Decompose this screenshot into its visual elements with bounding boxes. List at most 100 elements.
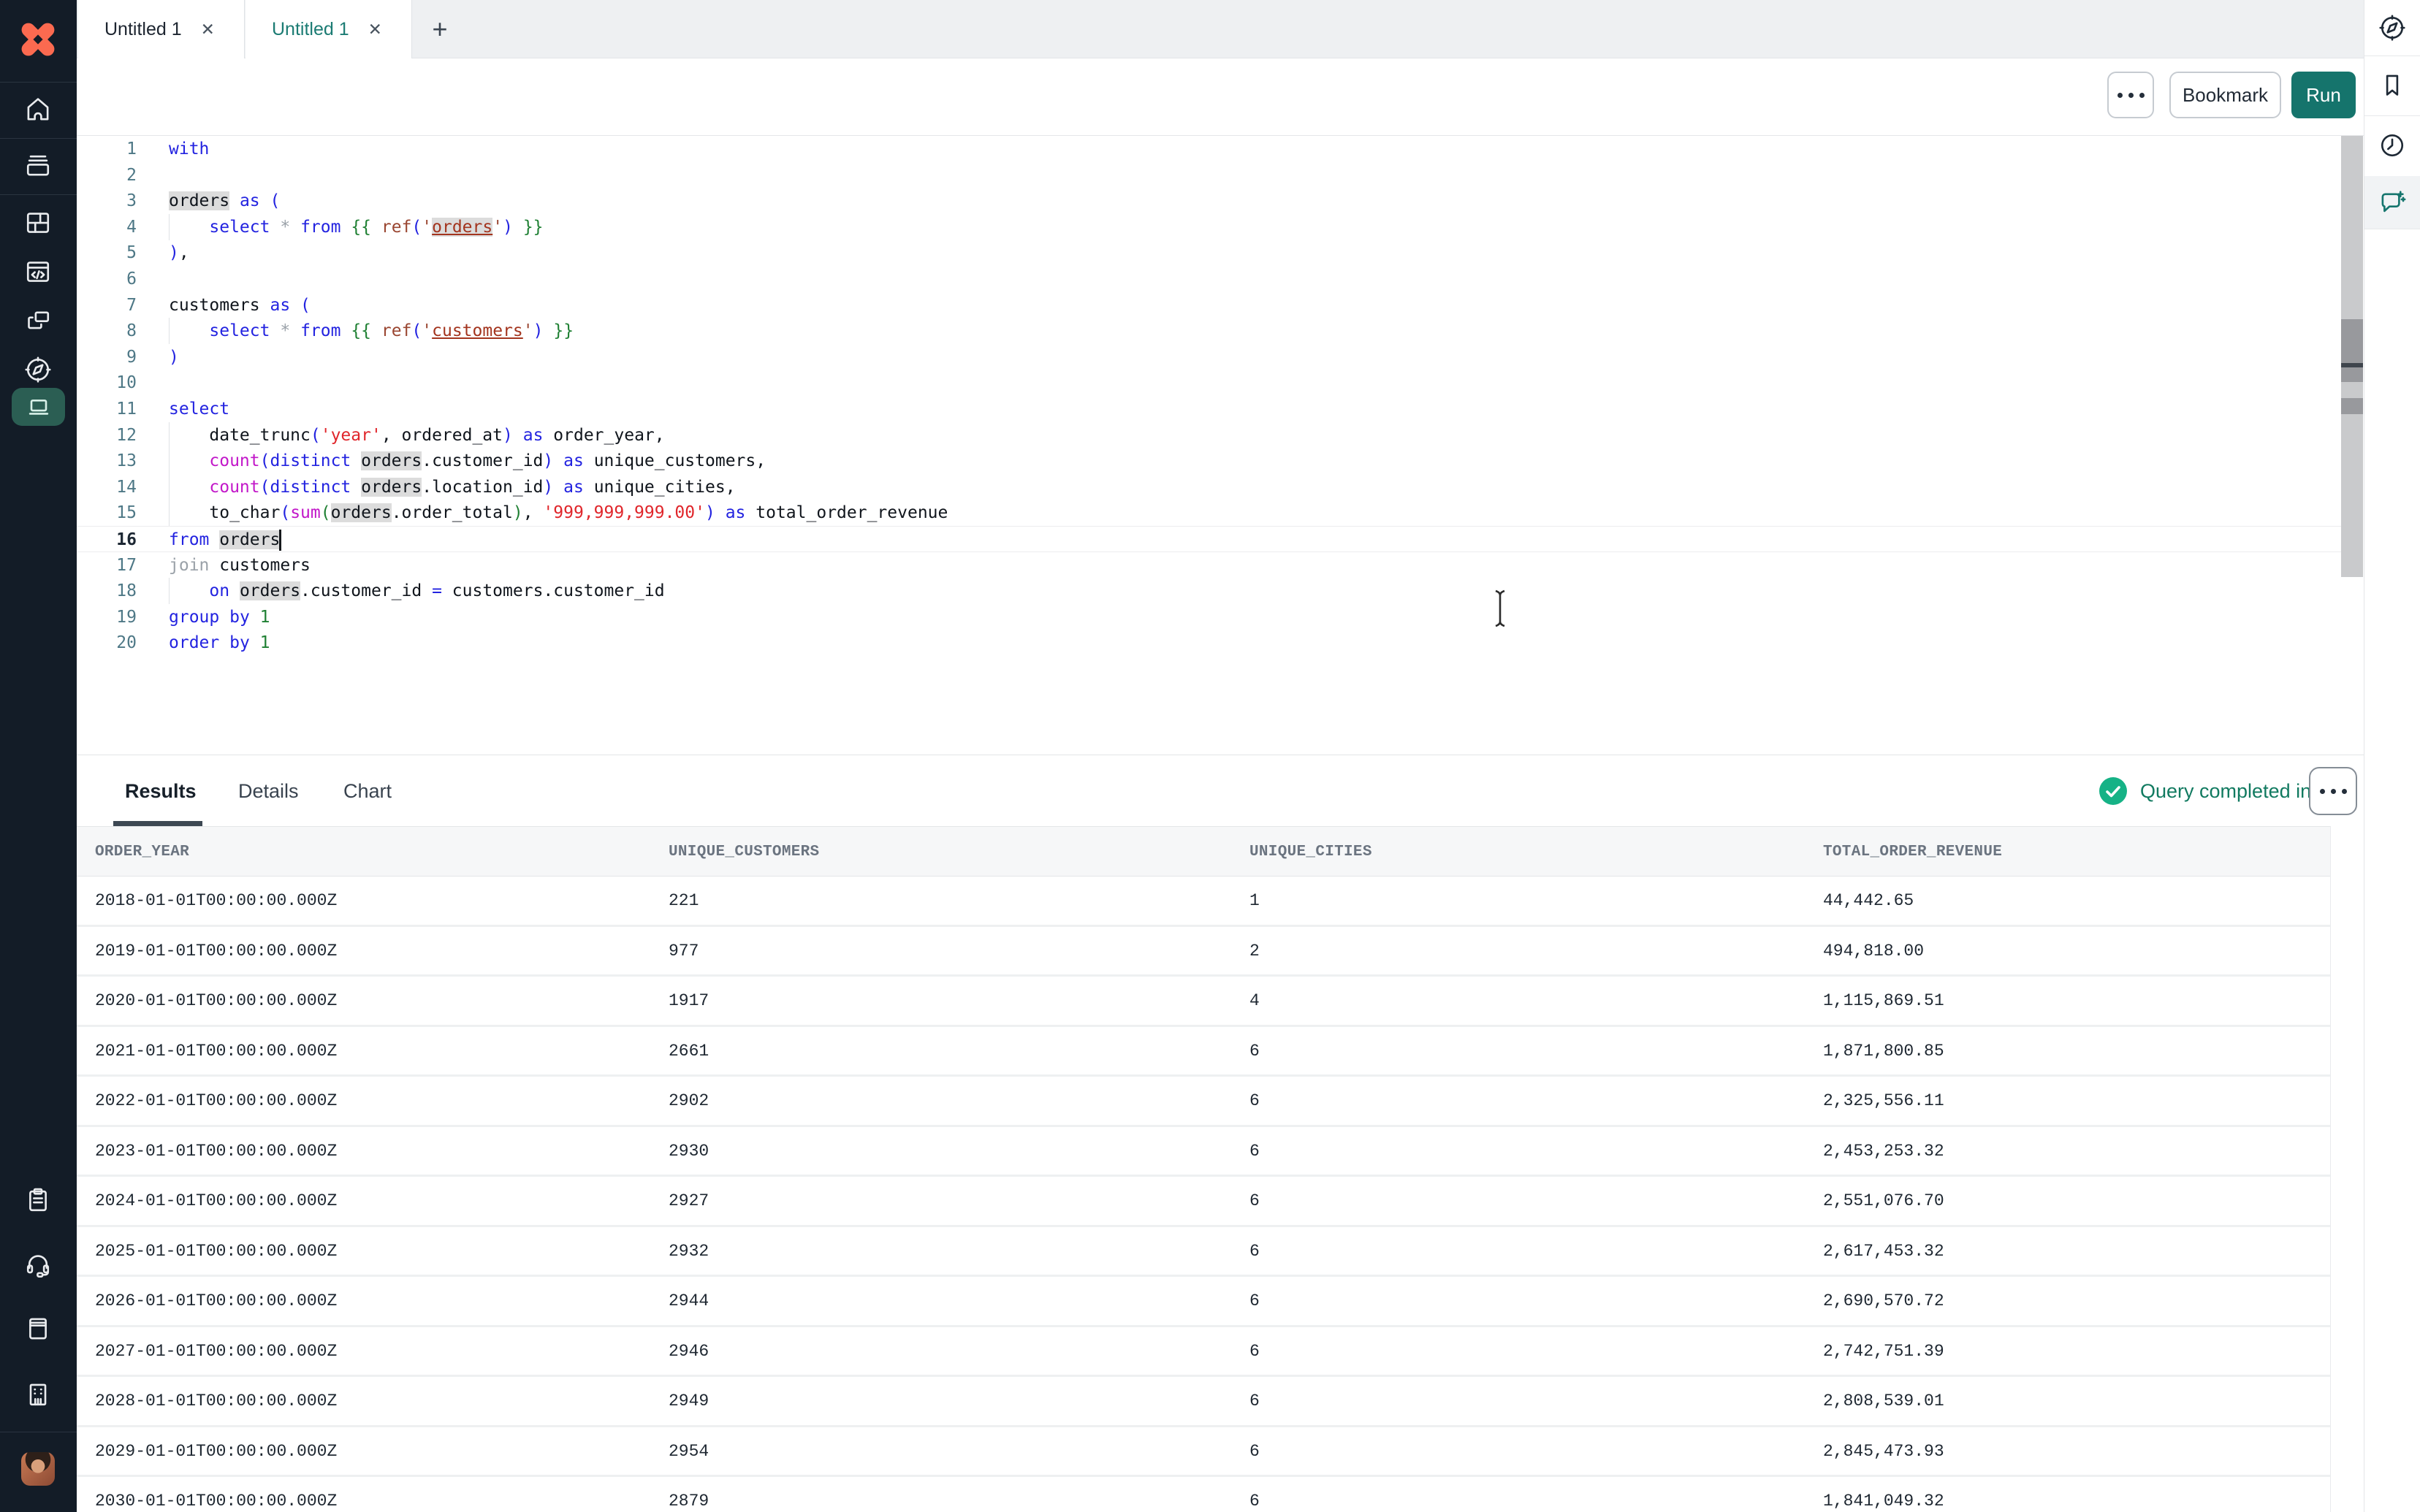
line-number: 11 <box>77 396 137 422</box>
code-line[interactable]: 7customers as ( <box>77 292 2342 318</box>
table-cell: 6 <box>1249 1427 1260 1475</box>
code-line[interactable]: 1with <box>77 136 2342 162</box>
code-line[interactable]: 9) <box>77 344 2342 370</box>
code-line[interactable]: 13 count(distinct orders.customer_id) as… <box>77 448 2342 474</box>
code-line[interactable]: 12 date_trunc('year', ordered_at) as ord… <box>77 422 2342 448</box>
table-cell: 1 <box>1249 877 1260 925</box>
table-row[interactable]: 2020-01-01T00:00:00.000Z191741,115,869.5… <box>77 977 2330 1027</box>
scrollbar-cursor-marker <box>2341 363 2363 367</box>
code-line[interactable]: 4 select * from {{ ref('orders') }} <box>77 214 2342 240</box>
code-line[interactable]: 10 <box>77 370 2342 396</box>
divider <box>2364 115 2420 116</box>
table-cell: 2930 <box>669 1127 709 1175</box>
more-options-button[interactable] <box>2107 72 2154 118</box>
projects-tray-icon[interactable] <box>23 150 53 180</box>
compute-laptop-icon <box>24 392 53 421</box>
code-line[interactable]: 15 to_char(sum(orders.order_total), '999… <box>77 500 2342 526</box>
table-cell: 221 <box>669 877 699 925</box>
code-line[interactable]: 19group by 1 <box>77 604 2342 630</box>
code-window-icon[interactable] <box>23 257 53 286</box>
column-header[interactable]: ORDER_YEAR <box>95 827 189 877</box>
code-line[interactable]: 14 count(distinct orders.location_id) as… <box>77 474 2342 500</box>
table-row[interactable]: 2026-01-01T00:00:00.000Z294462,690,570.7… <box>77 1277 2330 1327</box>
code-line[interactable]: 16from orders <box>77 526 2342 552</box>
code-line[interactable]: 8 select * from {{ ref('customers') }} <box>77 318 2342 344</box>
code-text: to_char(sum(orders.order_total), '999,99… <box>169 503 948 522</box>
table-cell: 2023-01-01T00:00:00.000Z <box>95 1127 337 1175</box>
home-icon[interactable] <box>23 95 53 124</box>
table-cell: 2,617,453.32 <box>1823 1227 1944 1275</box>
windows-icon[interactable] <box>23 306 53 335</box>
code-line[interactable]: 20order by 1 <box>77 630 2342 656</box>
table-cell: 2021-01-01T00:00:00.000Z <box>95 1027 337 1075</box>
table-cell: 6 <box>1249 1227 1260 1275</box>
code-line[interactable]: 6 <box>77 266 2342 292</box>
org-building-icon[interactable] <box>23 1380 53 1409</box>
line-number: 4 <box>77 214 137 240</box>
support-headset-icon[interactable] <box>23 1251 53 1280</box>
table-cell: 2,453,253.32 <box>1823 1127 1944 1175</box>
query-status: Query completed in 4s <box>2099 755 2337 827</box>
line-number: 9 <box>77 344 137 370</box>
editor-scrollbar[interactable] <box>2341 136 2363 577</box>
table-row[interactable]: 2019-01-01T00:00:00.000Z9772494,818.00 <box>77 927 2330 977</box>
tab-chart[interactable]: Chart <box>343 755 392 827</box>
close-icon[interactable]: ✕ <box>368 20 382 39</box>
run-button[interactable]: Run <box>2291 72 2356 118</box>
explore-compass-icon[interactable] <box>23 355 53 384</box>
table-row[interactable]: 2021-01-01T00:00:00.000Z266161,871,800.8… <box>77 1027 2330 1077</box>
code-text: customers as ( <box>169 296 311 315</box>
code-line[interactable]: 5), <box>77 240 2342 266</box>
results-more-options-button[interactable] <box>2309 767 2357 815</box>
sql-editor[interactable]: 1with23orders as (4 select * from {{ ref… <box>77 136 2364 755</box>
table-cell: 6 <box>1249 1177 1260 1225</box>
column-header[interactable]: UNIQUE_CUSTOMERS <box>669 827 819 877</box>
line-number: 5 <box>77 240 137 266</box>
code-line[interactable]: 2 <box>77 162 2342 188</box>
line-number: 18 <box>77 578 137 604</box>
column-header[interactable]: TOTAL_ORDER_REVENUE <box>1823 827 2002 877</box>
code-line[interactable]: 11select <box>77 396 2342 422</box>
user-avatar[interactable] <box>21 1452 55 1486</box>
line-number: 20 <box>77 630 137 656</box>
sidebar-item-compute-active[interactable] <box>12 388 65 426</box>
apps-grid-icon[interactable] <box>23 208 53 237</box>
close-icon[interactable]: ✕ <box>201 20 215 39</box>
left-sidebar <box>0 0 77 1512</box>
docs-book-icon[interactable] <box>23 1314 53 1343</box>
scrollbar-thumb[interactable] <box>2341 319 2363 382</box>
line-number: 1 <box>77 136 137 162</box>
tab-untitled-2[interactable]: Untitled 1 ✕ <box>246 0 412 58</box>
new-tab-button[interactable]: + <box>414 0 465 58</box>
active-tab-underline <box>113 821 202 826</box>
table-row[interactable]: 2030-01-01T00:00:00.000Z287961,841,049.3… <box>77 1477 2330 1512</box>
code-line[interactable]: 17join customers <box>77 552 2342 579</box>
table-row[interactable]: 2018-01-01T00:00:00.000Z221144,442.65 <box>77 877 2330 927</box>
bookmark-icon[interactable] <box>2378 71 2407 100</box>
table-row[interactable]: 2022-01-01T00:00:00.000Z290262,325,556.1… <box>77 1077 2330 1127</box>
table-row[interactable]: 2025-01-01T00:00:00.000Z293262,617,453.3… <box>77 1227 2330 1278</box>
table-cell: 1,115,869.51 <box>1823 977 1944 1025</box>
history-clock-icon[interactable] <box>2378 131 2407 160</box>
table-row[interactable]: 2024-01-01T00:00:00.000Z292762,551,076.7… <box>77 1177 2330 1227</box>
tab-details[interactable]: Details <box>238 755 299 827</box>
table-cell: 2,551,076.70 <box>1823 1177 1944 1225</box>
code-text: join customers <box>169 556 311 575</box>
code-line[interactable]: 3orders as ( <box>77 188 2342 214</box>
table-cell: 494,818.00 <box>1823 927 1924 975</box>
hex-logo-icon[interactable] <box>14 15 62 64</box>
table-cell: 1,841,049.32 <box>1823 1477 1944 1512</box>
bookmark-button[interactable]: Bookmark <box>2169 72 2281 118</box>
tab-untitled-1[interactable]: Untitled 1 ✕ <box>78 0 245 58</box>
table-row[interactable]: 2028-01-01T00:00:00.000Z294962,808,539.0… <box>77 1377 2330 1427</box>
tab-results[interactable]: Results <box>125 755 197 827</box>
table-row[interactable]: 2029-01-01T00:00:00.000Z295462,845,473.9… <box>77 1427 2330 1478</box>
clipboard-icon[interactable] <box>23 1185 53 1215</box>
table-row[interactable]: 2023-01-01T00:00:00.000Z293062,453,253.3… <box>77 1127 2330 1177</box>
table-row[interactable]: 2027-01-01T00:00:00.000Z294662,742,751.3… <box>77 1327 2330 1378</box>
column-header[interactable]: UNIQUE_CITIES <box>1249 827 1372 877</box>
compass-icon[interactable] <box>2378 13 2407 42</box>
code-line[interactable]: 18 on orders.customer_id = customers.cus… <box>77 578 2342 604</box>
ai-chat-sparkles-icon[interactable] <box>2378 188 2407 217</box>
more-options-dots-icon <box>2317 784 2350 798</box>
